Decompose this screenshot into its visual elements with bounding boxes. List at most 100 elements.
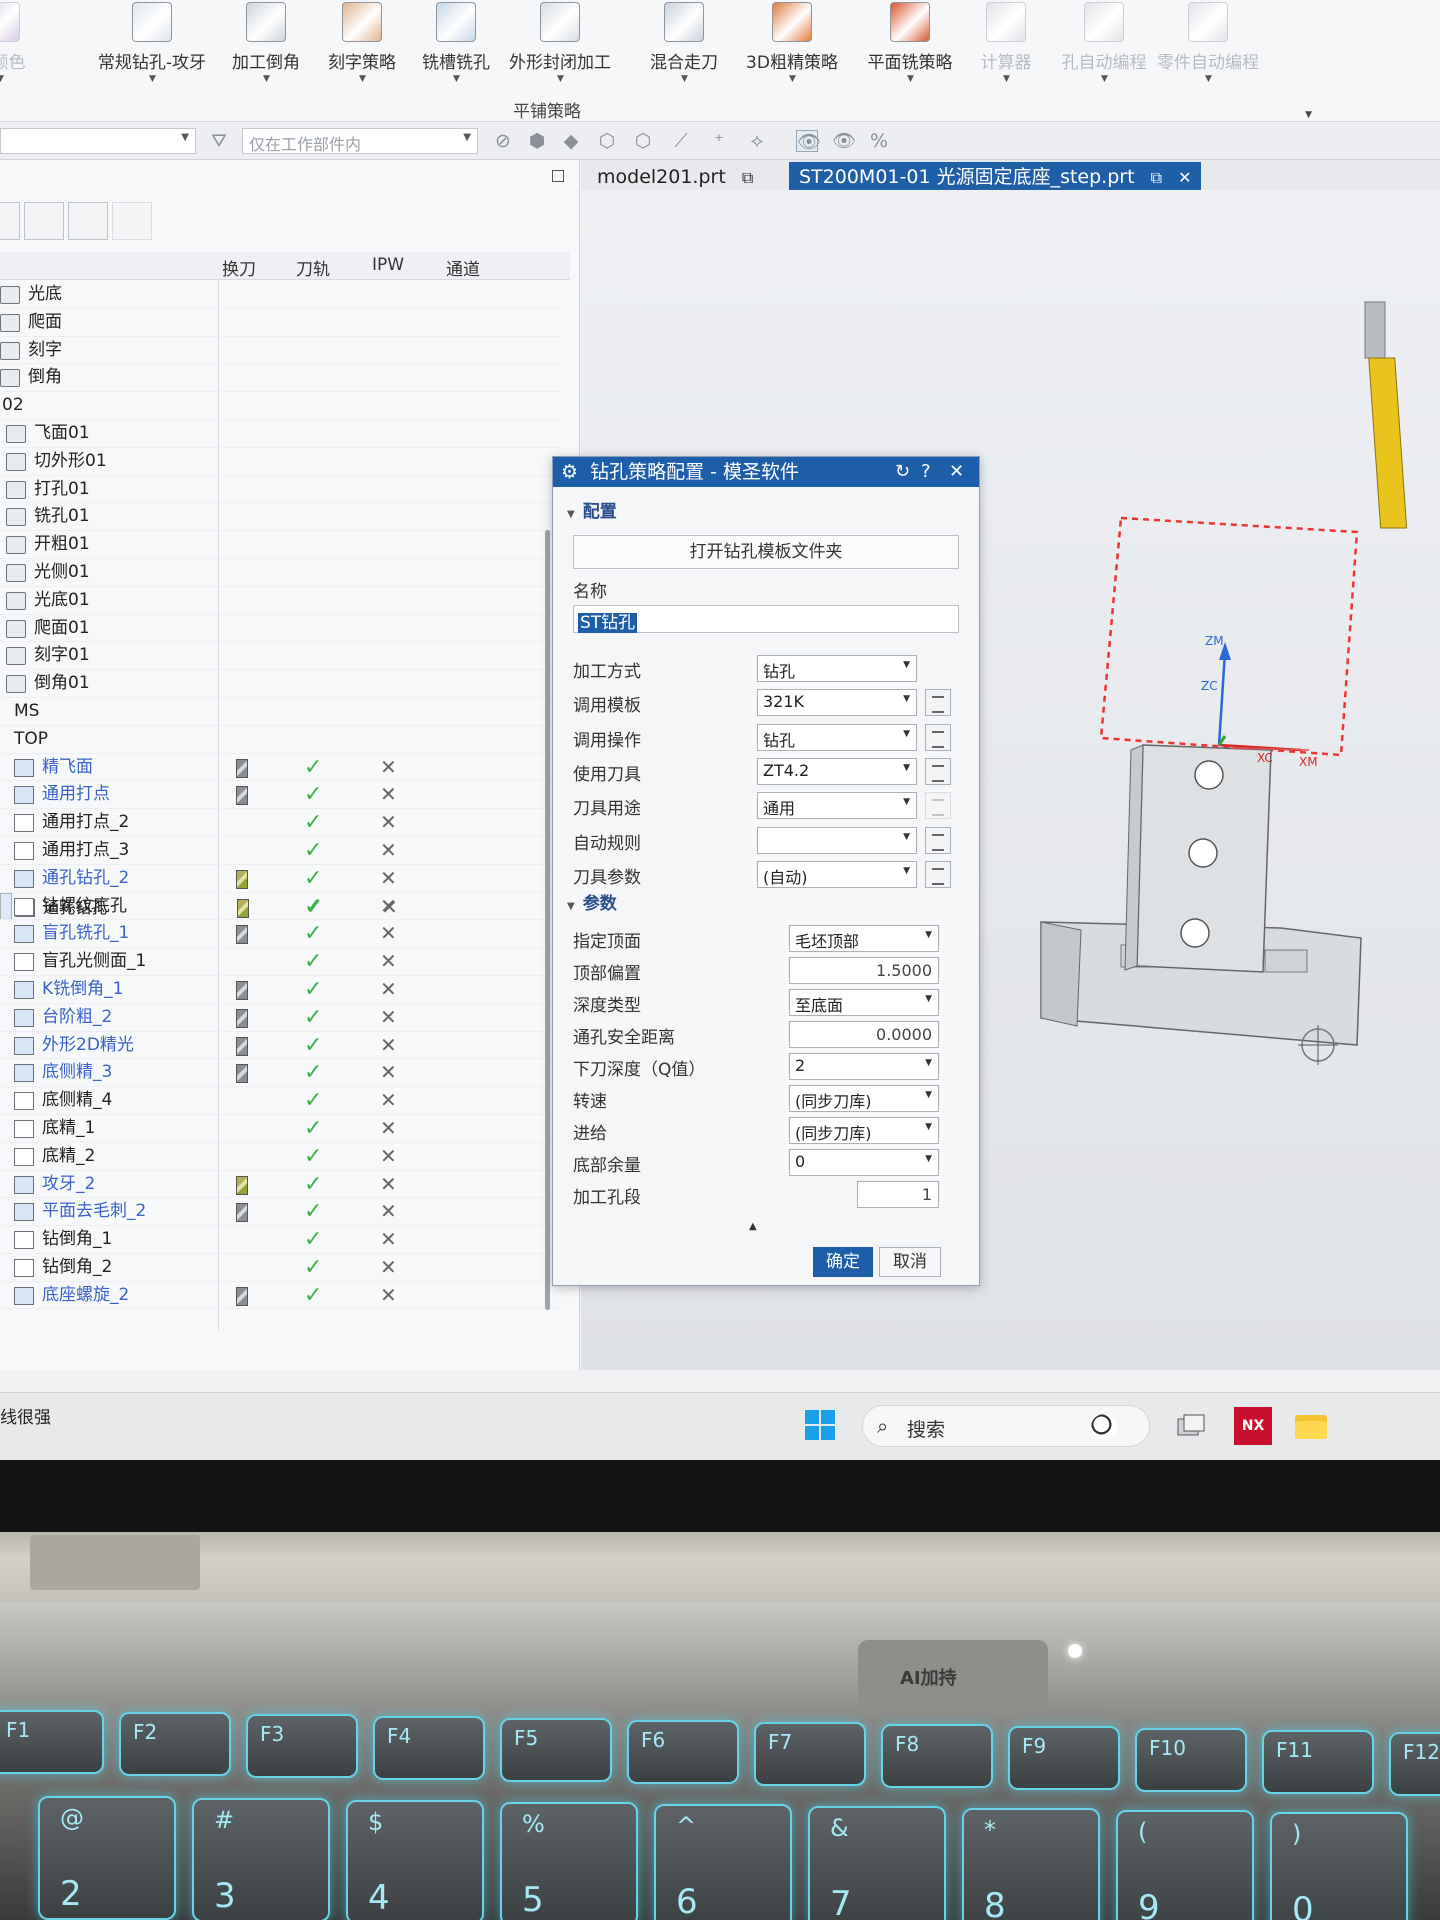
- help-icon[interactable]: ?: [921, 457, 931, 487]
- group-row[interactable]: 光底01: [0, 587, 560, 615]
- config-field-select[interactable]: 钻孔 ▼: [757, 723, 917, 751]
- dropdown-arrow-icon[interactable]: ▼: [907, 74, 914, 84]
- tab-popout-icon[interactable]: ⧉: [1151, 168, 1162, 187]
- col-tool-change[interactable]: 换刀: [222, 255, 256, 280]
- delete-operation-icon[interactable]: [112, 202, 152, 240]
- operation-row[interactable]: 外形2D精光 ✓ ✕: [0, 1032, 560, 1060]
- navigator-maximize-icon[interactable]: [552, 170, 564, 182]
- navigator-scrollbar[interactable]: [545, 530, 550, 1310]
- operation-row[interactable]: 底精_2 ✓ ✕: [0, 1143, 560, 1171]
- dropdown-arrow-icon[interactable]: ▼: [557, 74, 564, 84]
- edit-list-icon[interactable]: [925, 689, 951, 717]
- dropdown-arrow-icon[interactable]: ▼: [1101, 74, 1108, 84]
- param-field-select[interactable]: (同步刀库) ▼: [789, 1085, 939, 1112]
- snap-icon[interactable]: ⟡: [746, 130, 768, 152]
- group-row[interactable]: 开粗01: [0, 531, 560, 559]
- operation-row[interactable]: 精飞面 ✓ ✕: [0, 754, 560, 782]
- group-row[interactable]: 爬面01: [0, 615, 560, 643]
- ribbon-button-11[interactable]: 零件自动编程 ▼: [1157, 0, 1259, 90]
- windows-start-icon[interactable]: [804, 1409, 836, 1441]
- group-row[interactable]: 倒角: [0, 364, 560, 393]
- hide-icon[interactable]: %: [868, 130, 890, 152]
- param-field-select[interactable]: 毛坯顶部 ▼: [789, 925, 939, 952]
- ribbon-button-3[interactable]: 刻字策略 ▼: [314, 0, 410, 90]
- col-toolpath[interactable]: 刀轨: [296, 255, 330, 280]
- operation-row[interactable]: 底座螺旋_2 ✓ ✕: [0, 1282, 560, 1310]
- group-row[interactable]: 光底: [0, 281, 560, 309]
- col-channel[interactable]: 通道: [446, 255, 480, 280]
- param-number-input[interactable]: 1: [857, 1181, 939, 1208]
- dialog-title-bar[interactable]: ⚙ 钻孔策略配置 - 模圣软件 ↻ ? ✕: [553, 457, 979, 487]
- operation-row[interactable]: K铣倒角_1 ✓ ✕: [0, 976, 560, 1004]
- tab-popout-icon[interactable]: ⧉: [742, 168, 753, 187]
- ribbon-button-1[interactable]: 常规钻孔-攻牙 ▼: [98, 0, 206, 90]
- name-field[interactable]: ST钻孔: [573, 605, 959, 633]
- config-field-select[interactable]: ZT4.2 ▼: [757, 757, 917, 785]
- operation-row[interactable]: 盲孔铣孔_1 ✓ ✕: [0, 920, 560, 949]
- group-row[interactable]: 铣孔01: [0, 503, 560, 532]
- dropdown-arrow-icon[interactable]: ▼: [1003, 74, 1010, 84]
- ribbon-button-4[interactable]: 铣槽铣孔 ▼: [408, 0, 504, 90]
- section-config-header[interactable]: ▼ 配置: [567, 497, 617, 522]
- param-field-select[interactable]: (同步刀库) ▼: [789, 1117, 939, 1144]
- col-ipw[interactable]: IPW: [372, 255, 404, 275]
- ribbon-button-7[interactable]: 3D粗精策略 ▼: [744, 0, 840, 90]
- machine-tool-view-icon[interactable]: [24, 202, 64, 240]
- group-row[interactable]: 刻字01: [0, 642, 560, 671]
- dropdown-arrow-icon[interactable]: ▼: [263, 74, 270, 84]
- operation-row[interactable]: 通用打点_3 ✓ ✕: [0, 837, 560, 865]
- section-params-header[interactable]: ▼ 参数: [567, 889, 617, 914]
- mcs-view-icon[interactable]: 👁: [796, 130, 821, 153]
- ribbon-button-5[interactable]: 外形封闭加工 ▼: [509, 0, 611, 90]
- param-field-select[interactable]: 0 ▼: [789, 1149, 939, 1176]
- dropdown-arrow-icon[interactable]: ▼: [0, 74, 4, 84]
- param-field-select[interactable]: 2 ▼: [789, 1053, 939, 1080]
- edit-list-icon[interactable]: [925, 860, 951, 888]
- component-icon[interactable]: ⬡: [632, 130, 654, 152]
- operation-row[interactable]: 通孔钻孔_2 ✓ ✕: [0, 865, 560, 893]
- group-row[interactable]: 02: [0, 392, 560, 420]
- ribbon-button-2[interactable]: 加工倒角 ▼: [218, 0, 314, 90]
- curve-icon[interactable]: ⟋: [670, 130, 692, 152]
- ribbon-button-8[interactable]: 平面铣策略 ▼: [862, 0, 958, 90]
- dropdown-arrow-icon[interactable]: ▼: [681, 74, 688, 84]
- show-icon[interactable]: 👁: [832, 130, 856, 152]
- config-field-select[interactable]: 321K ▼: [757, 689, 917, 717]
- edit-list-icon[interactable]: [925, 723, 951, 751]
- operation-row[interactable]: 钻倒角_2 ✓ ✕: [0, 1254, 560, 1282]
- ribbon-button-0[interactable]: 孔颜色▼: [0, 0, 48, 90]
- cancel-button[interactable]: 取消: [879, 1247, 941, 1277]
- hole-1[interactable]: [1194, 760, 1224, 790]
- group-row[interactable]: 飞面01: [0, 420, 560, 448]
- operation-row[interactable]: 底精_1 ✓ ✕: [0, 1115, 560, 1143]
- no-selection-icon[interactable]: ⊘: [492, 130, 514, 152]
- create-operation-icon[interactable]: [68, 202, 108, 240]
- filter-icon[interactable]: ⛛: [208, 130, 230, 152]
- operation-row[interactable]: 盲孔光侧面_1 ✓ ✕: [0, 948, 560, 976]
- group-row[interactable]: 光侧01: [0, 559, 560, 587]
- config-field-select[interactable]: (自动) ▼: [757, 860, 917, 888]
- taskbar-search[interactable]: ⌕ 搜索: [862, 1405, 1150, 1447]
- group-row[interactable]: TOP: [0, 726, 560, 754]
- dropdown-arrow-icon[interactable]: ▼: [789, 74, 796, 84]
- group-row[interactable]: 切外形01: [0, 448, 560, 476]
- edit-list-icon[interactable]: [925, 792, 951, 820]
- operation-row[interactable]: 钻倒角_1 ✓ ✕: [0, 1226, 560, 1254]
- close-icon[interactable]: ✕: [1178, 168, 1191, 187]
- dropdown-arrow-icon[interactable]: ▼: [149, 74, 156, 84]
- operation-row[interactable]: 攻牙_2 ✓ ✕: [0, 1171, 560, 1199]
- ok-button[interactable]: 确定: [813, 1247, 873, 1277]
- param-field-select[interactable]: 至底面 ▼: [789, 989, 939, 1016]
- body-icon[interactable]: ⬡: [596, 130, 618, 152]
- operation-row[interactable]: 通用打点 ✓ ✕: [0, 781, 560, 810]
- program-order-view-icon[interactable]: [0, 202, 20, 240]
- solid-body-icon[interactable]: ⬢: [526, 130, 548, 152]
- point-icon[interactable]: ⁺: [708, 130, 730, 152]
- hole-3[interactable]: [1180, 918, 1210, 948]
- operation-row[interactable]: 底侧精_3 ✓ ✕: [0, 1059, 560, 1088]
- config-field-select[interactable]: 钻孔 ▼: [757, 655, 917, 682]
- param-number-input[interactable]: 0.0000: [789, 1021, 939, 1048]
- collapse-arrow-icon[interactable]: ▲: [749, 1221, 757, 1232]
- config-field-select[interactable]: ▼: [757, 826, 917, 854]
- operation-row[interactable]: 通用打点_2 ✓ ✕: [0, 809, 560, 837]
